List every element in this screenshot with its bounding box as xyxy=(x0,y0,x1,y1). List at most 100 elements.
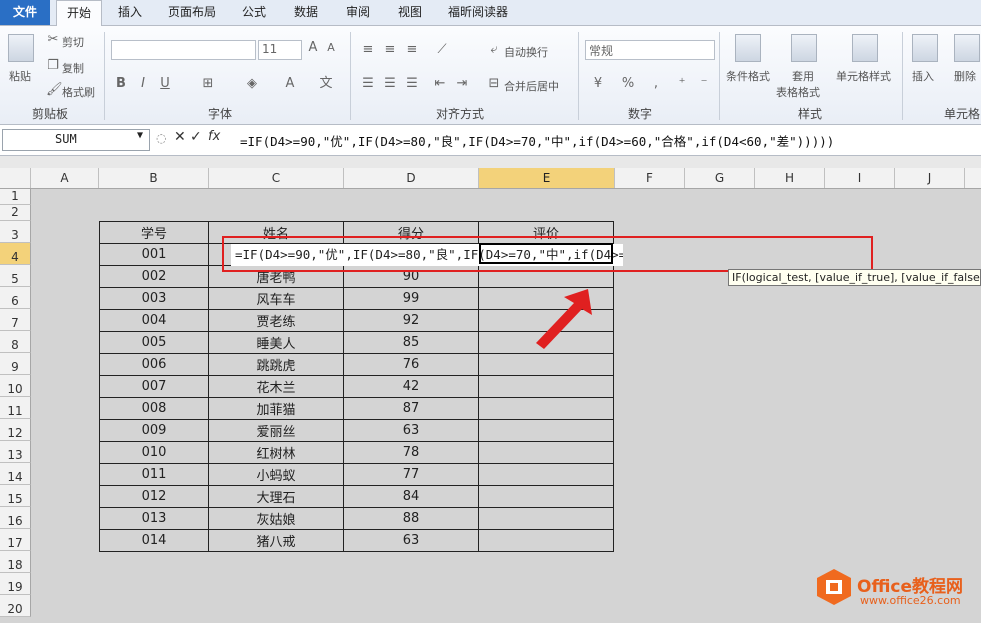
wrap-text-button[interactable]: 自动换行 xyxy=(504,44,548,60)
insert-cells-icon[interactable] xyxy=(912,34,938,62)
id-cell[interactable]: 007 xyxy=(99,375,209,398)
format-as-table-label[interactable]: 表格格式 xyxy=(776,84,820,100)
format-as-table-button[interactable]: 套用 xyxy=(792,68,814,84)
column-header-e[interactable]: E xyxy=(479,168,615,188)
score-cell[interactable]: 84 xyxy=(343,485,479,508)
column-header-f[interactable]: F xyxy=(615,168,685,188)
row-header[interactable]: 2 xyxy=(0,205,31,221)
tab-data[interactable]: 数据 xyxy=(284,0,328,25)
rating-cell[interactable] xyxy=(478,485,614,508)
increase-font-icon[interactable]: A xyxy=(306,40,320,56)
row-header[interactable]: 4 xyxy=(0,243,31,265)
rating-cell[interactable] xyxy=(478,507,614,530)
cut-button[interactable]: 剪切 xyxy=(62,34,84,50)
id-cell[interactable]: 010 xyxy=(99,441,209,464)
id-cell[interactable]: 014 xyxy=(99,529,209,552)
row-header[interactable]: 15 xyxy=(0,485,31,507)
column-header-g[interactable]: G xyxy=(685,168,755,188)
rating-cell[interactable] xyxy=(478,529,614,552)
name-cell[interactable]: 灰姑娘 xyxy=(208,507,344,530)
row-header[interactable]: 3 xyxy=(0,221,31,243)
id-cell[interactable]: 008 xyxy=(99,397,209,420)
insert-function-icon[interactable]: fx xyxy=(208,129,220,144)
confirm-formula-icon[interactable]: ✓ xyxy=(190,129,202,145)
row-header[interactable]: 16 xyxy=(0,507,31,529)
paste-icon[interactable] xyxy=(8,34,34,62)
row-header[interactable]: 6 xyxy=(0,287,31,309)
format-as-table-icon[interactable] xyxy=(791,34,817,62)
column-header-d[interactable]: D xyxy=(344,168,479,188)
column-header-a[interactable]: A xyxy=(31,168,99,188)
align-right-icon[interactable]: ☰ xyxy=(404,76,420,92)
border-icon[interactable]: ⊞ xyxy=(200,76,216,92)
score-cell[interactable]: 76 xyxy=(343,353,479,376)
tab-page-layout[interactable]: 页面布局 xyxy=(160,0,224,25)
tab-review[interactable]: 审阅 xyxy=(336,0,380,25)
rating-cell[interactable] xyxy=(478,397,614,420)
id-cell[interactable]: 002 xyxy=(99,265,209,288)
id-cell[interactable]: 005 xyxy=(99,331,209,354)
score-cell[interactable]: 99 xyxy=(343,287,479,310)
cell-styles-button[interactable]: 单元格样式 xyxy=(836,68,891,84)
name-cell[interactable]: 红树林 xyxy=(208,441,344,464)
number-format-select[interactable]: 常规 xyxy=(585,40,715,60)
decrease-decimal-icon[interactable]: ⁻ xyxy=(696,76,712,92)
delete-cells-button[interactable]: 删除 xyxy=(954,68,976,84)
row-header[interactable]: 8 xyxy=(0,331,31,353)
tab-home[interactable]: 开始 xyxy=(56,0,102,27)
align-center-icon[interactable]: ☰ xyxy=(382,76,398,92)
select-all-corner[interactable] xyxy=(0,168,31,188)
cancel-formula-icon[interactable]: ✕ xyxy=(174,129,186,145)
increase-indent-icon[interactable]: ⇥ xyxy=(454,76,470,92)
name-cell[interactable]: 小蚂蚁 xyxy=(208,463,344,486)
decrease-indent-icon[interactable]: ⇤ xyxy=(432,76,448,92)
id-cell[interactable]: 001 xyxy=(99,243,209,266)
tab-file[interactable]: 文件 xyxy=(0,0,50,25)
insert-cells-button[interactable]: 插入 xyxy=(912,68,934,84)
row-header[interactable]: 9 xyxy=(0,353,31,375)
decrease-font-icon[interactable]: A xyxy=(324,40,338,56)
tab-view[interactable]: 视图 xyxy=(388,0,432,25)
increase-decimal-icon[interactable]: ⁺ xyxy=(674,76,690,92)
column-header-i[interactable]: I xyxy=(825,168,895,188)
align-bottom-icon[interactable]: ≡ xyxy=(404,42,420,58)
tab-foxit-reader[interactable]: 福昕阅读器 xyxy=(438,0,518,25)
score-cell[interactable]: 87 xyxy=(343,397,479,420)
score-cell[interactable]: 78 xyxy=(343,441,479,464)
underline-icon[interactable]: U xyxy=(158,76,172,92)
copy-button[interactable]: 复制 xyxy=(62,60,84,76)
id-cell[interactable]: 013 xyxy=(99,507,209,530)
name-cell[interactable]: 加菲猫 xyxy=(208,397,344,420)
row-header[interactable]: 19 xyxy=(0,573,31,595)
chevron-down-icon[interactable]: ▼ xyxy=(137,130,143,141)
paste-button[interactable]: 粘贴 xyxy=(9,68,31,84)
row-header[interactable]: 17 xyxy=(0,529,31,551)
name-cell[interactable]: 花木兰 xyxy=(208,375,344,398)
column-header-j[interactable]: J xyxy=(895,168,965,188)
italic-icon[interactable]: I xyxy=(136,76,150,92)
row-header[interactable]: 18 xyxy=(0,551,31,573)
row-header[interactable]: 20 xyxy=(0,595,31,617)
id-cell[interactable]: 011 xyxy=(99,463,209,486)
id-cell[interactable]: 003 xyxy=(99,287,209,310)
score-cell[interactable]: 85 xyxy=(343,331,479,354)
column-header-c[interactable]: C xyxy=(209,168,344,188)
id-cell[interactable]: 012 xyxy=(99,485,209,508)
id-cell[interactable]: 004 xyxy=(99,309,209,332)
font-color-icon[interactable]: A xyxy=(282,76,298,92)
row-header[interactable]: 5 xyxy=(0,265,31,287)
phonetic-icon[interactable]: 文 xyxy=(318,76,334,92)
conditional-format-button[interactable]: 条件格式 xyxy=(726,68,770,84)
id-cell[interactable]: 006 xyxy=(99,353,209,376)
rating-cell[interactable] xyxy=(478,419,614,442)
score-cell[interactable]: 77 xyxy=(343,463,479,486)
font-size-select[interactable]: 11 xyxy=(258,40,302,60)
row-header[interactable]: 12 xyxy=(0,419,31,441)
row-header[interactable]: 1 xyxy=(0,189,31,205)
name-cell[interactable]: 猪八戒 xyxy=(208,529,344,552)
fill-color-icon[interactable]: ◈ xyxy=(244,76,260,92)
font-name-select[interactable] xyxy=(111,40,256,60)
column-header-h[interactable]: H xyxy=(755,168,825,188)
comma-icon[interactable]: , xyxy=(648,76,664,92)
header-cell-id[interactable]: 学号 xyxy=(99,221,209,244)
